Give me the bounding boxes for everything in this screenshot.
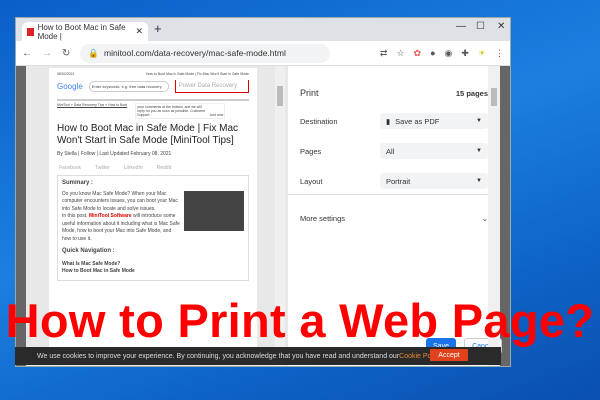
maximize-button[interactable]: ☐ [476,21,485,32]
summary-image [184,190,244,231]
url-text: minitool.com/data-recovery/mac-safe-mode… [103,48,286,58]
layout-label: Layout [300,176,323,186]
forward-button[interactable]: → [42,48,52,59]
layout-select[interactable]: Portrait ▼ [380,173,488,189]
cookie-banner: We use cookies to improve your experienc… [15,347,501,365]
quick-nav-heading: Quick Navigation : [62,248,115,254]
share-facebook: Facebook [59,165,81,171]
tab-title: How to Boot Mac in Safe Mode | [37,22,126,41]
back-button[interactable]: ← [22,48,32,59]
chevron-down-icon: ▼ [476,148,482,154]
extension-p-icon[interactable]: ◉ [445,48,453,59]
extension-k-icon[interactable]: ● [430,48,435,59]
page-count: 15 pages [455,88,488,98]
bookmark-star-icon[interactable]: ☆ [396,48,404,59]
translate-icon[interactable]: ⇄ [380,48,388,59]
pages-select[interactable]: All ▼ [380,143,488,159]
browser-tab[interactable]: How to Boot Mac in Safe Mode | ✕ [22,22,148,41]
page-header: How to Boot Mac in Safe Mode | Fix Mac W… [145,72,249,76]
page-search: Enter keywords, e.g. free data recovery [88,81,169,92]
share-twitter: Twitter [94,165,110,171]
file-icon: ▮ [386,116,391,126]
support-popup-time: Just now [209,113,224,117]
support-popup-text: your comments at the bottom, and we will… [137,105,206,117]
extension-icon[interactable]: ✿ [414,48,422,59]
share-reddit: Reddit [156,165,172,171]
tab-bar: How to Boot Mac in Safe Mode | ✕ + — ☐ ✕ [16,18,510,41]
share-linkedin: LinkedIn [123,165,143,171]
pages-value: All [386,146,395,156]
toolbar: ← → ↻ 🔒 minitool.com/data-recovery/mac-sa… [16,41,510,66]
brand-link: MiniTool Software [88,213,132,219]
sun-extension-icon[interactable]: ☀ [478,48,486,59]
article-title: How to Boot Mac in Safe Mode | Fix Mac W… [57,123,239,146]
chevron-down-icon: ▼ [476,118,482,124]
favicon-icon [27,27,34,36]
nav-item: How to Boot Mac in Safe Mode [62,268,135,274]
layout-value: Portrait [386,176,411,186]
google-logo: Google [57,82,83,91]
pdr-button: Power Data Recovery [174,80,249,93]
close-tab-icon[interactable]: ✕ [135,26,143,37]
minimize-button[interactable]: — [456,21,466,32]
print-title: Print [300,88,319,98]
summary-box: Summary : Do you know Mac Safe Mode? Whe… [57,175,249,281]
more-settings-label: More settings [300,214,346,223]
address-bar[interactable]: 🔒 minitool.com/data-recovery/mac-safe-mod… [80,43,331,63]
overlay-title: How to Print a Web Page? [5,294,595,347]
page-breadcrumb: MiniTool » Data Recovery Tips » How to B… [57,103,128,107]
support-popup: your comments at the bottom, and we will… [135,103,226,119]
pages-label: Pages [300,146,322,156]
byline: By Stella | Follow | Last Updated Februa… [57,151,172,157]
page-date: 08/02/2021 [57,72,75,76]
destination-select[interactable]: ▮ Save as PDF ▼ [380,113,488,129]
destination-value: Save as PDF [395,116,440,126]
lock-icon: 🔒 [88,47,99,58]
cookie-text: We use cookies to improve your experienc… [37,352,400,360]
reload-button[interactable]: ↻ [62,48,70,59]
menu-icon[interactable]: ⋮ [495,48,504,59]
destination-label: Destination [300,116,338,126]
nav-item: What Is Mac Safe Mode? [62,260,121,267]
new-tab-button[interactable]: + [154,21,162,36]
close-window-button[interactable]: ✕ [497,21,505,32]
puzzle-icon[interactable]: ✚ [461,48,469,59]
summary-text-2: In this post, [62,213,89,219]
chevron-down-icon: ▼ [476,178,482,184]
accept-cookies-button[interactable]: Accept [430,349,468,361]
summary-heading: Summary : [62,180,94,186]
more-settings-toggle[interactable]: More settings ⌄ [300,214,488,223]
